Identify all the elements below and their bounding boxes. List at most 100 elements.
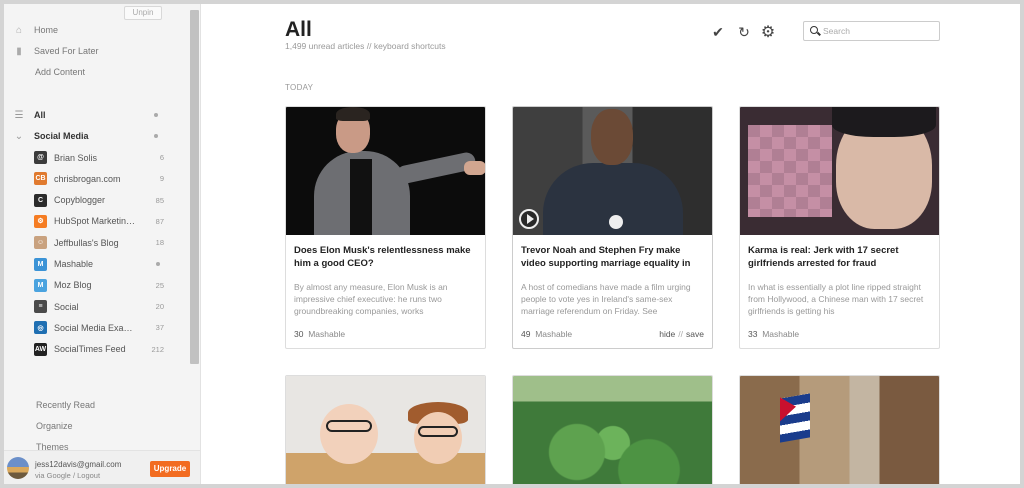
feed-unread-count: 6 — [159, 153, 164, 162]
feed-item[interactable]: CB chrisbrogan.com 9 — [4, 168, 164, 189]
feed-favicon-icon: @ — [34, 151, 47, 164]
feed-favicon-icon: ⚙ — [34, 214, 47, 228]
article-source[interactable]: Mashable — [535, 329, 572, 339]
chevron-down-icon[interactable]: ⌄ — [4, 131, 34, 142]
article-image[interactable] — [286, 376, 485, 484]
search-icon — [810, 26, 818, 34]
article-source[interactable]: Mashable — [762, 329, 799, 339]
page-title: All — [285, 18, 312, 41]
nav-home-label: Home — [34, 25, 59, 35]
article-count: 33 — [748, 329, 758, 339]
account-email: jess12davis@gmail.com — [35, 460, 122, 469]
article-excerpt: By almost any measure, Elon Musk is an i… — [294, 282, 448, 316]
nav-add-content[interactable]: Add Content — [4, 62, 85, 82]
unread-dot — [156, 262, 160, 266]
sidebar-scrollbar[interactable] — [190, 10, 199, 364]
nav-saved[interactable]: ▮ Saved For Later — [4, 41, 99, 61]
article-title[interactable]: Karma is real: Jerk with 17 secret girlf… — [748, 244, 934, 270]
article-title[interactable]: Does Elon Musk's relentlessness make him… — [294, 244, 480, 270]
feed-item[interactable]: @ Brian Solis 6 — [4, 147, 164, 168]
feed-name: Moz Blog — [54, 280, 92, 291]
unread-dot — [154, 134, 158, 138]
nav-all[interactable]: ☰ All — [4, 105, 164, 125]
article-meta: 33 Mashable — [748, 329, 799, 339]
account-panel: jess12davis@gmail.com via Google / Logou… — [4, 450, 200, 484]
organize-link[interactable]: Organize — [36, 421, 73, 431]
article-image[interactable] — [740, 107, 939, 235]
feed-item[interactable]: ⚙ HubSpot Marketing ... 87 — [4, 211, 164, 232]
page-subtitle[interactable]: 1,499 unread articles // keyboard shortc… — [285, 41, 446, 51]
feed-favicon-icon: AW — [34, 342, 47, 356]
feed-name: Brian Solis — [54, 152, 98, 163]
feed-item[interactable]: ☺ Jeffbullas's Blog 18 — [4, 232, 164, 253]
article-card[interactable] — [739, 375, 940, 484]
section-label-today: TODAY — [285, 83, 314, 92]
feed-unread-count: 87 — [155, 216, 164, 226]
article-image[interactable] — [513, 376, 712, 484]
search-box[interactable] — [803, 21, 940, 41]
article-excerpt: A host of comedians have made a film urg… — [521, 282, 691, 316]
feed-name: Social — [54, 301, 79, 312]
feed-unread-count: 25 — [155, 280, 164, 290]
sidebar: Unpin ⌂ Home ▮ Saved For Later Add Conte… — [4, 4, 201, 484]
refresh-icon[interactable]: ↻ — [736, 24, 752, 40]
recently-read-link[interactable]: Recently Read — [36, 400, 95, 410]
play-video-icon[interactable] — [519, 209, 539, 229]
article-image[interactable] — [513, 107, 712, 235]
article-card[interactable] — [512, 375, 713, 484]
article-card[interactable] — [285, 375, 486, 484]
bookmark-icon: ▮ — [16, 45, 22, 57]
list-icon: ☰ — [14, 109, 24, 121]
account-logout-link[interactable]: via Google / Logout — [35, 471, 100, 480]
feed-name: Mashable — [54, 259, 94, 269]
feed-favicon-icon: ◎ — [34, 321, 47, 335]
feed-favicon-icon: ≡ — [34, 300, 47, 314]
feed-unread-count: 18 — [155, 238, 164, 248]
article-meta: 30 Mashable — [294, 329, 345, 339]
article-meta: 49 Mashable — [521, 329, 572, 339]
feed-unread-count: 20 — [155, 302, 164, 312]
nav-all-label: All — [34, 110, 46, 120]
category-social-media[interactable]: ⌄ Social Media — [4, 126, 164, 146]
upgrade-button[interactable]: Upgrade — [150, 461, 190, 477]
app-window: Unpin ⌂ Home ▮ Saved For Later Add Conte… — [4, 4, 1020, 484]
feed-unread-count: 85 — [155, 195, 164, 205]
feed-name: SocialTimes Feed — [54, 344, 126, 355]
article-source[interactable]: Mashable — [308, 329, 345, 339]
article-card[interactable]: Trevor Noah and Stephen Fry make video s… — [512, 106, 713, 349]
avatar[interactable] — [7, 457, 29, 479]
feed-favicon-icon: ☺ — [34, 236, 47, 250]
feed-favicon-icon: CB — [34, 172, 47, 186]
category-label: Social Media — [34, 131, 89, 141]
feed-item[interactable]: ≡ Social 20 — [4, 296, 164, 317]
feed-item[interactable]: M Moz Blog 25 — [4, 275, 164, 296]
feed-item[interactable]: AW SocialTimes Feed 212 — [4, 339, 164, 360]
article-image[interactable] — [740, 376, 939, 484]
article-card[interactable]: Does Elon Musk's relentlessness make him… — [285, 106, 486, 349]
unpin-button[interactable]: Unpin — [124, 6, 162, 20]
search-input[interactable] — [823, 24, 933, 38]
feed-favicon-icon: M — [34, 278, 47, 292]
article-excerpt: In what is essentially a plot line rippe… — [748, 282, 924, 316]
feed-favicon-icon: C — [34, 193, 47, 207]
feed-item[interactable]: C Copyblogger 85 — [4, 190, 164, 211]
hide-button[interactable]: hide — [659, 329, 675, 339]
article-card[interactable]: Karma is real: Jerk with 17 secret girlf… — [739, 106, 940, 349]
nav-saved-label: Saved For Later — [34, 46, 99, 56]
nav-add-content-label: Add Content — [35, 67, 86, 77]
feed-item[interactable]: ◎ Social Media Exami... 37 — [4, 317, 164, 338]
unread-dot — [154, 113, 158, 117]
feed-name: Copyblogger — [54, 195, 106, 206]
article-title[interactable]: Trevor Noah and Stephen Fry make video s… — [521, 244, 707, 270]
article-actions: hide//save — [659, 329, 704, 339]
nav-home[interactable]: ⌂ Home — [4, 20, 58, 40]
feed-item[interactable]: M Mashable — [4, 254, 164, 275]
gear-icon[interactable]: ⚙ — [760, 24, 776, 41]
feed-name: Social Media Exami... — [54, 322, 138, 333]
home-icon: ⌂ — [15, 24, 23, 36]
article-count: 30 — [294, 329, 304, 339]
feed-unread-count: 212 — [151, 344, 164, 354]
mark-as-read-icon[interactable]: ✔ — [710, 24, 726, 40]
save-button[interactable]: save — [686, 329, 704, 339]
article-image[interactable] — [286, 107, 485, 235]
